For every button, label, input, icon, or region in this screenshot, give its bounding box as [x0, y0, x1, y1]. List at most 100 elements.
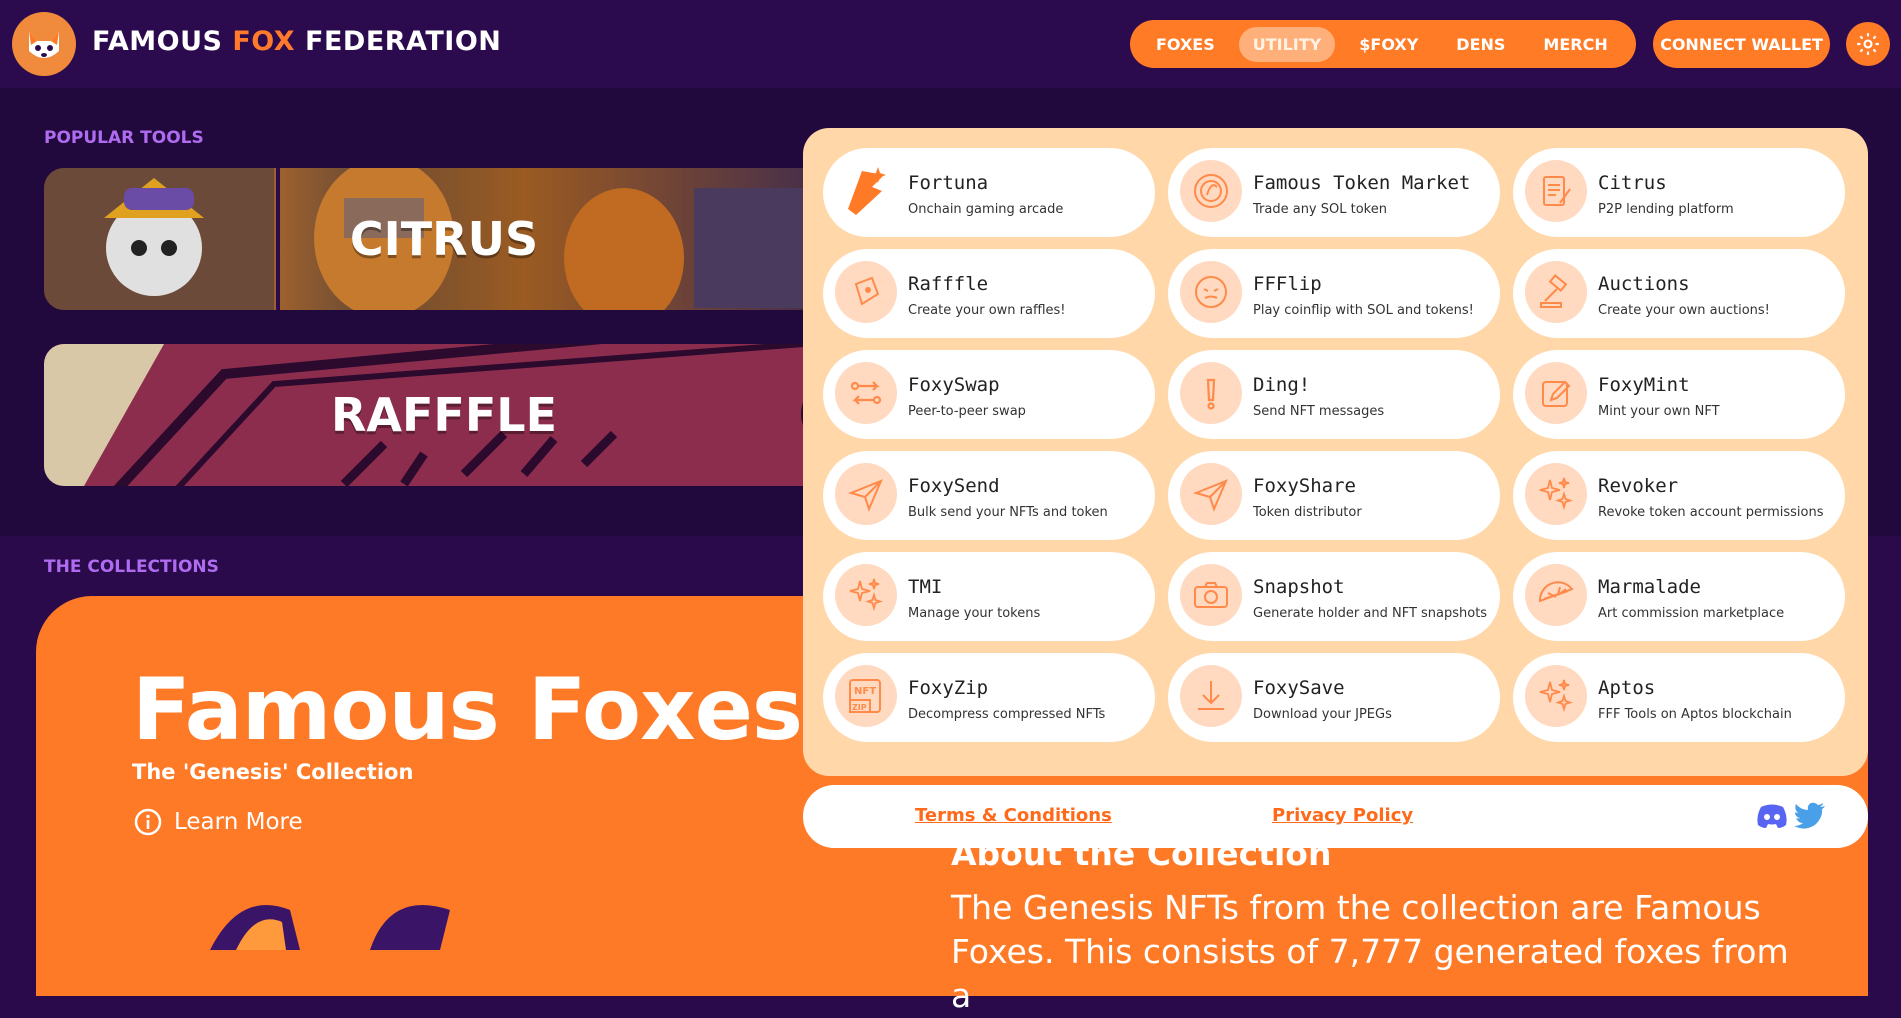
tool-name: Aptos: [1598, 677, 1656, 699]
tool-name: FFFlip: [1253, 273, 1322, 295]
popular-tools-label: POPULAR TOOLS: [44, 128, 204, 148]
tool-description: Bulk send your NFTs and token: [908, 505, 1108, 520]
coin-icon: [1180, 261, 1242, 323]
collections-label: THE COLLECTIONS: [44, 557, 219, 577]
tools-grid: Fortuna Onchain gaming arcade Famous Token…: [823, 148, 1845, 742]
info-icon: [134, 808, 162, 836]
sparkle-icon: [1525, 665, 1587, 727]
brand-part-3: FEDERATION: [305, 26, 502, 57]
tool-card-foxyshare[interactable]: FoxyShare Token distributor: [1168, 451, 1500, 540]
tool-description: Revoke token account permissions: [1598, 505, 1824, 520]
terms-link[interactable]: Terms & Conditions: [915, 805, 1112, 826]
learn-more-link[interactable]: Learn More: [134, 808, 303, 836]
tool-name: Auctions: [1598, 273, 1690, 295]
brand-name[interactable]: FAMOUS FOX FEDERATION: [92, 26, 501, 57]
tool-description: Trade any SOL token: [1253, 202, 1387, 217]
tool-description: Art commission marketplace: [1598, 606, 1785, 621]
citrus-banner-title: CITRUS: [349, 212, 539, 266]
citrus-banner[interactable]: CITRUS: [44, 168, 844, 310]
tool-name: FoxySave: [1253, 677, 1345, 699]
tool-name: FoxyZip: [908, 677, 989, 699]
download-icon: [1180, 665, 1242, 727]
tool-description: FFF Tools on Aptos blockchain: [1598, 707, 1792, 722]
tool-description: Play coinflip with SOL and tokens!: [1253, 303, 1474, 318]
tool-name: Marmalade: [1598, 576, 1701, 598]
privacy-link[interactable]: Privacy Policy: [1272, 805, 1413, 826]
tool-description: Create your own raffles!: [908, 303, 1066, 318]
tool-card-famous-token-market[interactable]: Famous Token Market Trade any SOL token: [1168, 148, 1500, 237]
brand-part-1: FAMOUS: [92, 26, 223, 57]
tool-card-rafffle[interactable]: Rafffle Create your own raffles!: [823, 249, 1155, 338]
tool-name: Revoker: [1598, 475, 1679, 497]
exclamation-icon: [1180, 362, 1242, 424]
utility-dropdown: Fortuna Onchain gaming arcade Famous Token…: [803, 128, 1868, 776]
tool-card-citrus[interactable]: Citrus P2P lending platform: [1513, 148, 1845, 237]
nav-merch[interactable]: MERCH: [1529, 27, 1621, 62]
tool-name: FoxyMint: [1598, 374, 1690, 396]
nav-foxes[interactable]: FOXES: [1142, 27, 1229, 62]
tool-card-tmi[interactable]: TMI Manage your tokens: [823, 552, 1155, 641]
tool-card-snapshot[interactable]: Snapshot Generate holder and NFT snapshot…: [1168, 552, 1500, 641]
twitter-icon[interactable]: [1793, 801, 1827, 831]
ticket-icon: [835, 261, 897, 323]
tool-description: Create your own auctions!: [1598, 303, 1770, 318]
discord-icon[interactable]: [1755, 801, 1789, 831]
edit-icon: [1525, 362, 1587, 424]
learn-more-label: Learn More: [174, 809, 303, 835]
tool-card-fortuna[interactable]: Fortuna Onchain gaming arcade: [823, 148, 1155, 237]
tool-card-foxysend[interactable]: FoxySend Bulk send your NFTs and token: [823, 451, 1155, 540]
connect-wallet-button[interactable]: CONNECT WALLET: [1653, 20, 1830, 68]
tool-description: Generate holder and NFT snapshots: [1253, 606, 1488, 621]
tool-card-revoker[interactable]: Revoker Revoke token account permissions: [1513, 451, 1845, 540]
token-market-icon: [1180, 160, 1242, 222]
tool-description: Peer-to-peer swap: [908, 404, 1026, 419]
gear-icon[interactable]: [1846, 22, 1890, 66]
tool-card-foxyswap[interactable]: FoxySwap Peer-to-peer swap: [823, 350, 1155, 439]
orange-slice-icon: [1525, 564, 1587, 626]
brand-part-2: FOX: [232, 26, 296, 57]
main-nav: FOXES UTILITY $FOXY DENS MERCH: [1130, 20, 1636, 68]
tool-description: P2P lending platform: [1598, 202, 1734, 217]
gavel-icon: [1525, 261, 1587, 323]
tool-name: Snapshot: [1253, 576, 1345, 598]
tool-name: FoxySwap: [908, 374, 1000, 396]
tool-description: Onchain gaming arcade: [908, 202, 1064, 217]
tool-card-ffflip[interactable]: FFFlip Play coinflip with SOL and tokens!: [1168, 249, 1500, 338]
document-icon: [1525, 160, 1587, 222]
nft-zip-icon: NFT ZIP: [835, 665, 897, 727]
tool-card-ding[interactable]: Ding! Send NFT messages: [1168, 350, 1500, 439]
tool-description: Decompress compressed NFTs: [908, 707, 1106, 722]
tool-description: Mint your own NFT: [1598, 404, 1720, 419]
tool-card-foxymint[interactable]: FoxyMint Mint your own NFT: [1513, 350, 1845, 439]
fortuna-icon: [835, 160, 897, 222]
tool-name: FoxyShare: [1253, 475, 1356, 497]
fox-ears-artwork: [210, 905, 450, 950]
tool-name: Rafffle: [908, 273, 989, 295]
collection-subtitle: The 'Genesis' Collection: [132, 760, 414, 784]
about-text: The Genesis NFTs from the collection are…: [951, 888, 1789, 1015]
nav-dens[interactable]: DENS: [1442, 27, 1519, 62]
send-icon: [1180, 463, 1242, 525]
tool-name: Citrus: [1598, 172, 1667, 194]
tool-description: Token distributor: [1253, 505, 1362, 520]
camera-icon: [1180, 564, 1242, 626]
sparkle-icon: [1525, 463, 1587, 525]
rafffle-banner[interactable]: RAFFFLE: [44, 344, 844, 486]
tool-description: Download your JPEGs: [1253, 707, 1392, 722]
nav-foxy[interactable]: $FOXY: [1345, 27, 1432, 62]
tool-name: Fortuna: [908, 172, 989, 194]
nav-utility[interactable]: UTILITY: [1238, 26, 1336, 62]
tool-name: Ding!: [1253, 374, 1311, 396]
tool-card-foxysave[interactable]: FoxySave Download your JPEGs: [1168, 653, 1500, 742]
tool-name: TMI: [908, 576, 943, 598]
tool-card-foxyzip[interactable]: NFT ZIP FoxyZip Decompress compressed NFTs: [823, 653, 1155, 742]
tool-card-auctions[interactable]: Auctions Create your own auctions!: [1513, 249, 1845, 338]
tool-name: Famous Token Market: [1253, 172, 1471, 194]
send-icon: [835, 463, 897, 525]
tool-name: FoxySend: [908, 475, 1000, 497]
svg-text:ZIP: ZIP: [852, 703, 867, 712]
fox-logo-icon[interactable]: [12, 12, 76, 76]
tool-card-aptos[interactable]: Aptos FFF Tools on Aptos blockchain: [1513, 653, 1845, 742]
tool-card-marmalade[interactable]: Marmalade Art commission marketplace: [1513, 552, 1845, 641]
tool-description: Send NFT messages: [1253, 404, 1385, 419]
